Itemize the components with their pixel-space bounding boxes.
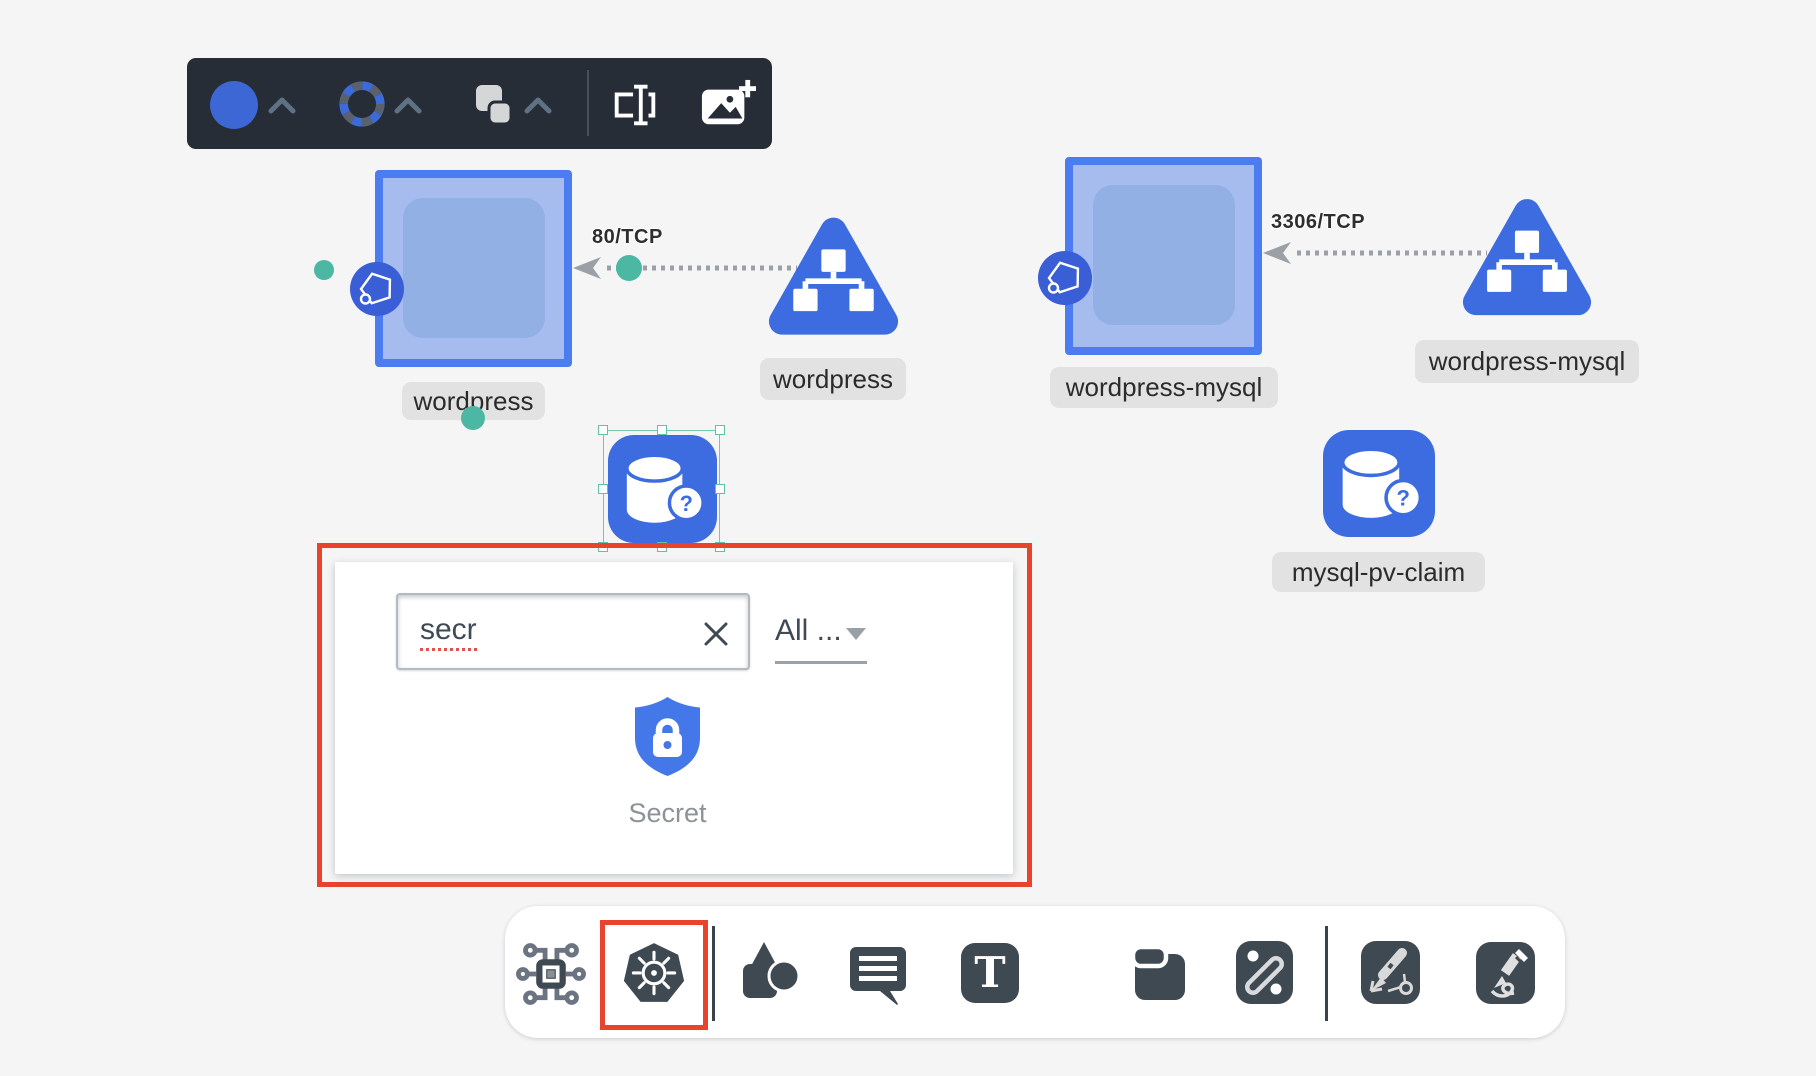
circle-fill-icon[interactable] (210, 81, 258, 129)
edge-port-label: 80/TCP (592, 226, 663, 249)
deployment-inner-shape (1093, 185, 1235, 325)
node-mysql-deployment[interactable] (1065, 157, 1262, 355)
kubernetes-icon[interactable] (621, 941, 687, 1007)
node-label[interactable]: wordpress (760, 358, 906, 400)
deployment-inner-shape (403, 198, 545, 338)
connection-handle[interactable] (314, 260, 334, 280)
search-result-secret[interactable]: Secret (600, 695, 750, 855)
edge-port-label: 3306/TCP (1271, 211, 1365, 234)
resize-handle[interactable] (598, 425, 608, 435)
resize-handle[interactable] (598, 484, 608, 494)
resource-search-panel: secr All ... Secret (335, 562, 1013, 874)
connector-icon[interactable] (1236, 941, 1293, 1004)
pod-badge-icon (350, 262, 404, 316)
resize-handle[interactable] (657, 425, 667, 435)
kind-filter-dropdown[interactable]: All ... (775, 614, 842, 648)
pencil-icon[interactable] (1476, 942, 1535, 1004)
edge-handle[interactable] (616, 255, 642, 281)
dropdown-underline (775, 661, 867, 664)
main-toolbar: T (505, 906, 1565, 1038)
x-clear-icon[interactable] (702, 620, 730, 648)
add-image-icon[interactable] (698, 78, 756, 132)
frame-icon[interactable] (1131, 942, 1189, 1004)
resize-handle[interactable] (715, 484, 725, 494)
svg-text:?: ? (1396, 486, 1410, 511)
diagram-canvas[interactable]: wordpress 80/TCP wordpress wordpress-mys… (0, 0, 1816, 1076)
comment-icon[interactable] (846, 941, 910, 1005)
resize-handle[interactable] (715, 425, 725, 435)
svg-text:T: T (974, 948, 1005, 997)
connection-handle[interactable] (461, 406, 485, 430)
chevron-down-icon (846, 628, 866, 640)
node-wordpress-deployment[interactable] (375, 170, 572, 367)
node-label[interactable]: wordpress-mysql (1050, 367, 1278, 408)
chevron-up-icon[interactable] (524, 96, 552, 114)
node-style-toolbar (187, 58, 772, 149)
toolbar-divider (587, 70, 589, 136)
result-label: Secret (600, 798, 735, 829)
node-mysql-pvc[interactable]: ? (1323, 430, 1435, 537)
svg-text:?: ? (680, 491, 693, 516)
node-label[interactable]: wordpress-mysql (1415, 340, 1639, 383)
toolbar-divider (712, 926, 715, 1021)
toolbar-divider (1325, 926, 1328, 1021)
copy-stack-icon[interactable] (464, 79, 516, 131)
rename-icon[interactable] (608, 78, 662, 132)
search-input[interactable]: secr (396, 593, 750, 670)
text-icon[interactable]: T (959, 941, 1021, 1005)
database-question-icon: ? (608, 435, 717, 543)
pod-badge-icon (1038, 251, 1092, 305)
search-query-text: secr (420, 613, 477, 651)
circle-dashed-icon[interactable] (335, 77, 389, 131)
node-wordpress-service[interactable] (767, 212, 900, 343)
circuit-icon[interactable] (514, 938, 588, 1010)
secret-shield-icon (632, 695, 703, 778)
node-mysql-service[interactable] (1462, 192, 1592, 325)
shapes-icon[interactable] (737, 938, 805, 1010)
edge-mysql-tcp[interactable] (1261, 241, 1489, 265)
chevron-up-icon[interactable] (394, 96, 422, 114)
pen-icon[interactable] (1361, 941, 1420, 1004)
node-label[interactable]: mysql-pv-claim (1272, 552, 1485, 592)
database-question-icon: ? (1323, 430, 1435, 537)
node-selected-pvc[interactable]: ? (608, 435, 717, 543)
chevron-up-icon[interactable] (268, 96, 296, 114)
